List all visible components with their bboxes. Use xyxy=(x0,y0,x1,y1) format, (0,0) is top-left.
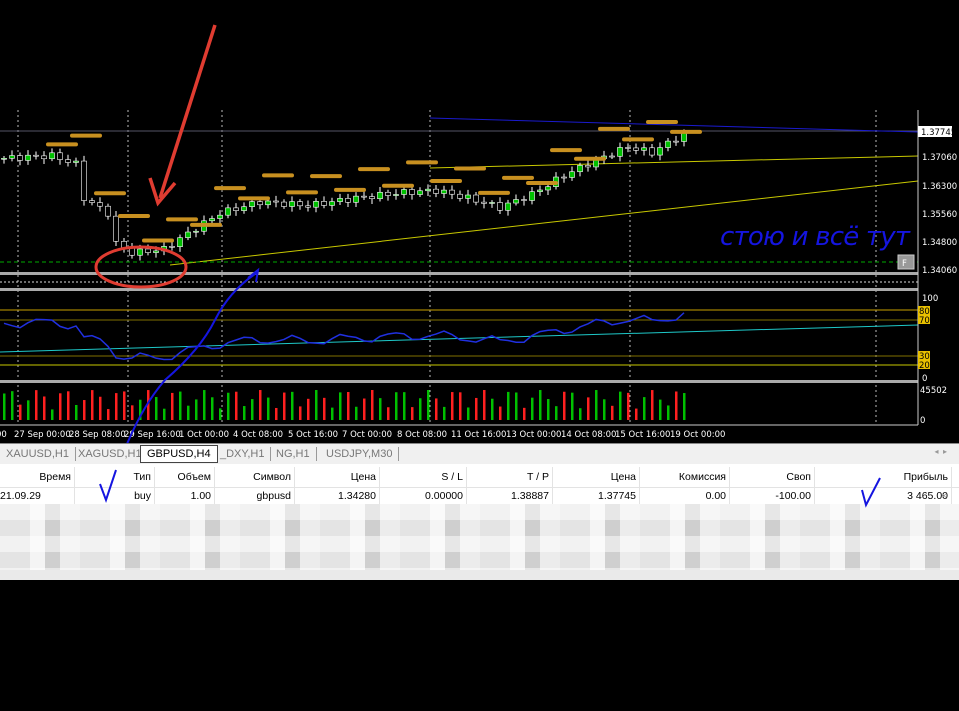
annotation-checkmarks xyxy=(99,469,881,508)
checkmark-icon xyxy=(861,477,881,508)
checkmark-icon xyxy=(99,469,117,503)
